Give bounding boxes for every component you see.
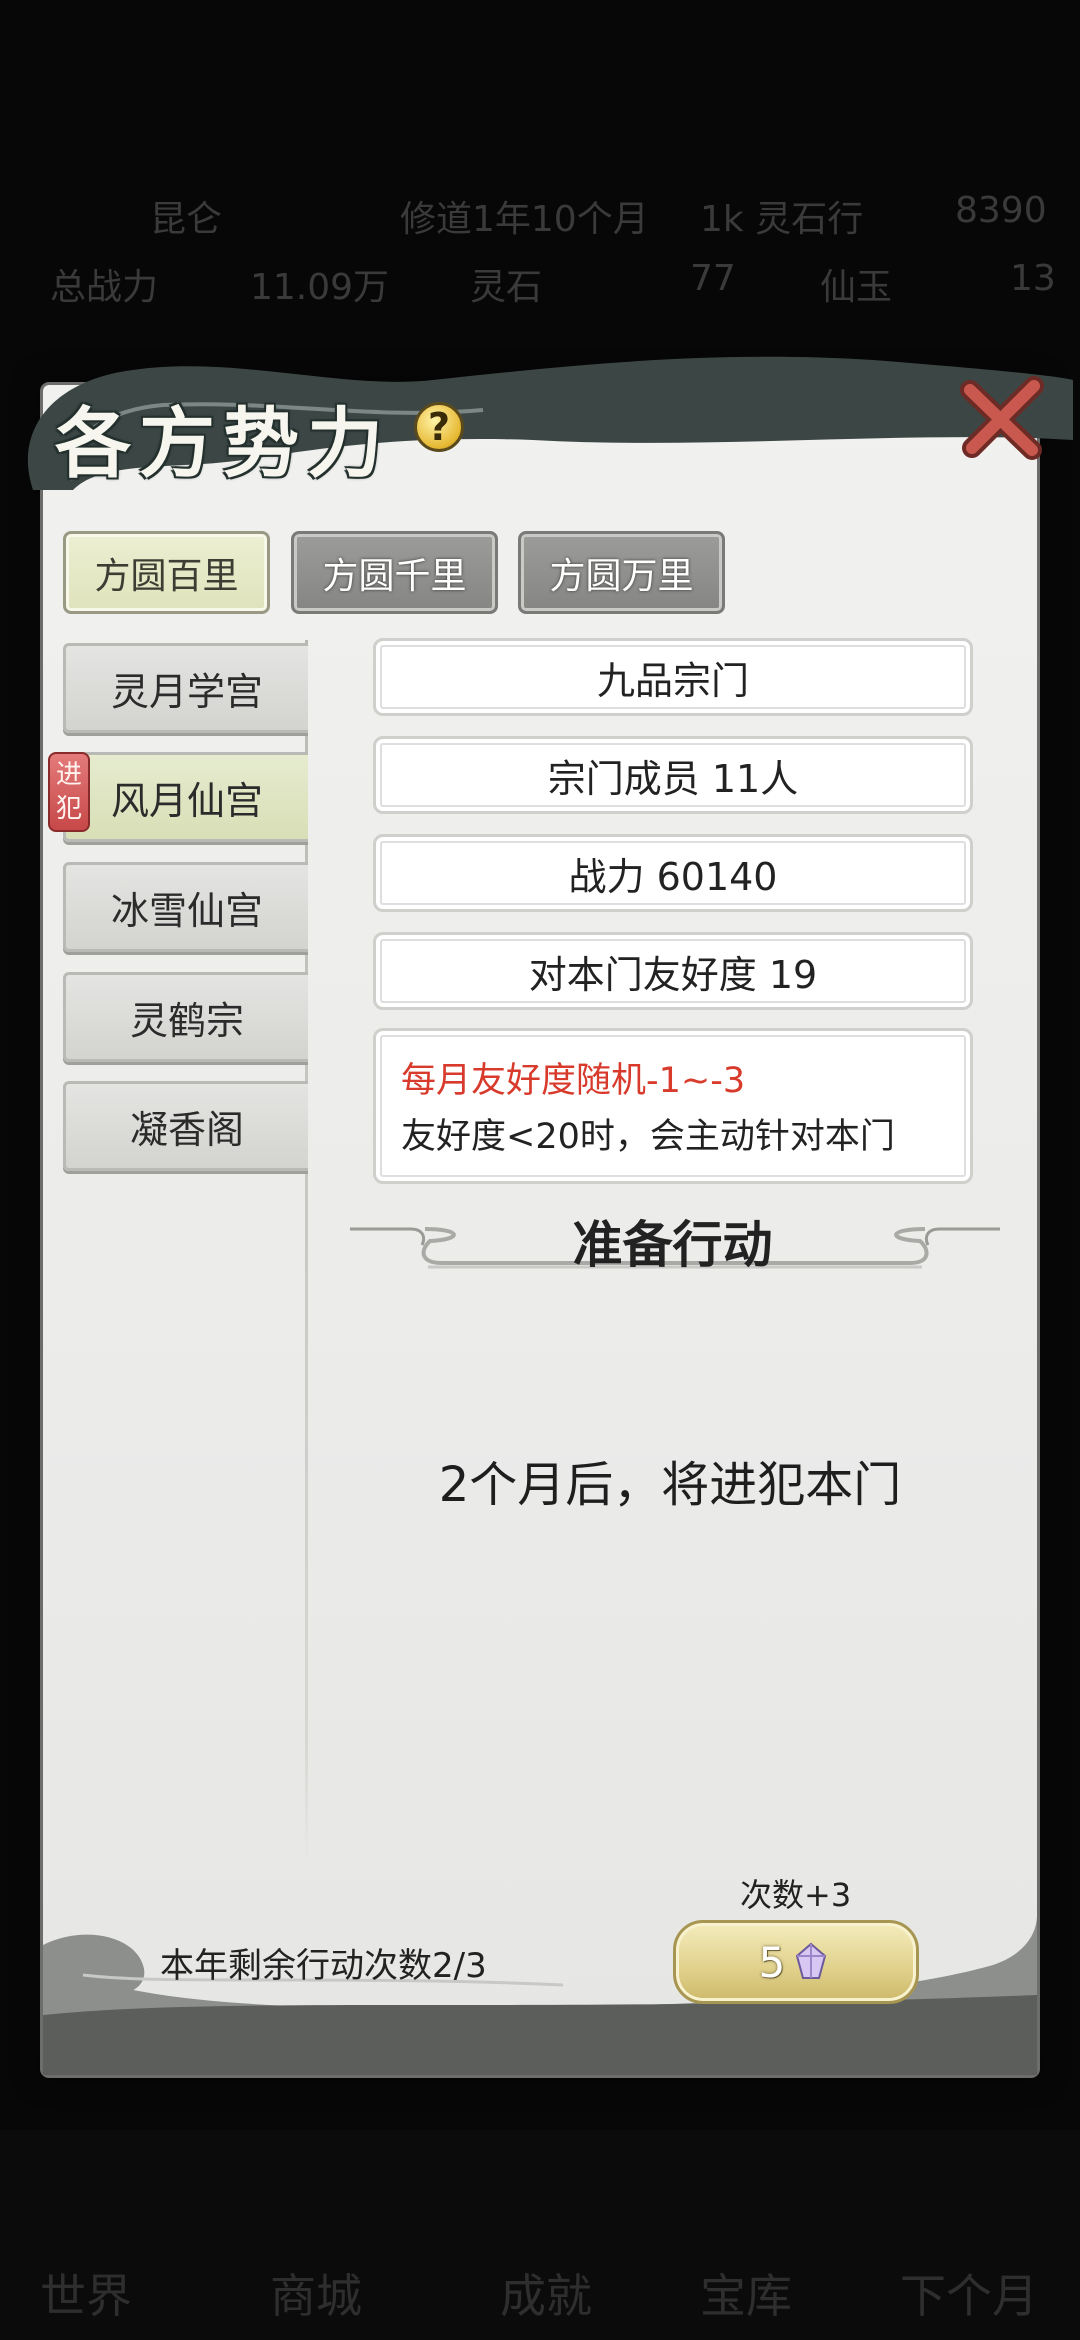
sect-item-ningxiang[interactable]: 凝香阁 (63, 1081, 308, 1171)
bg-power-label: 总战力 (50, 267, 159, 308)
add-count-label: 次数+3 (740, 1876, 852, 1914)
friendship-change-notice: 每月友好度随机-1~-3 (401, 1061, 746, 1101)
sect-power-box: 战力 60140 (373, 834, 973, 912)
sect-rank-box: 九品宗门 (373, 638, 973, 716)
sect-item-lingyue[interactable]: 灵月学宫 (63, 643, 308, 733)
tab-within-10000-li[interactable]: 方圆万里 (518, 531, 725, 614)
tab-within-1000-li[interactable]: 方圆千里 (291, 531, 498, 614)
bg-stone-value: 77 (690, 258, 736, 299)
bg-nav-next-month: 下个月 (900, 2269, 1038, 2323)
remaining-actions-text: 本年剩余行动次数2/3 (160, 1946, 487, 1986)
crystal-icon (796, 1942, 827, 1979)
sect-item-linghe[interactable]: 灵鹤宗 (63, 972, 308, 1062)
section-title-prepare-action: 准备行动 (572, 1216, 773, 1274)
bg-power-value: 11.09万 (250, 267, 390, 308)
bg-jade-label: 仙玉 (820, 267, 893, 308)
bg-time: 修道1年10个月 (400, 199, 649, 240)
bg-stone-label: 灵石 (470, 267, 543, 308)
friendship-threshold-notice: 友好度<20时，会主动针对本门 (401, 1117, 895, 1157)
tab-within-100-li[interactable]: 方圆百里 (63, 531, 270, 614)
add-action-count-button[interactable]: 5 (673, 1920, 919, 2004)
bg-resource: 1k 灵石行 (700, 199, 864, 240)
sect-item-bingxue[interactable]: 冰雪仙宫 (63, 862, 308, 952)
add-button-cost: 5 (758, 1937, 786, 1987)
bg-resource-value: 8390 (955, 190, 1047, 231)
help-icon[interactable]: ? (414, 402, 464, 452)
friendship-notice-box: 每月友好度随机-1~-3 友好度<20时，会主动针对本门 (373, 1028, 973, 1184)
dialog-title: 各方势力 (55, 399, 391, 488)
bg-nav-world: 世界 (40, 2269, 132, 2323)
bg-nav-treasury: 宝库 (700, 2269, 792, 2323)
sect-members-box: 宗门成员 11人 (373, 736, 973, 814)
sect-item-fengyue[interactable]: 风月仙宫 (63, 752, 308, 842)
close-icon[interactable] (958, 372, 1048, 462)
bg-nav-achievement: 成就 (500, 2269, 592, 2323)
background-status-row-2: 总战力 11.09万 灵石 77 仙玉 13 (0, 248, 1080, 308)
action-status-text: 2个月后，将进犯本门 (438, 1457, 902, 1513)
background-bottom-nav: 世界 商城 成就 宝库 下个月 (0, 2130, 1080, 2340)
sect-friendship-box: 对本门友好度 19 (373, 932, 973, 1010)
invade-badge: 进犯 (48, 752, 90, 832)
bg-location: 昆仑 (150, 199, 223, 240)
bg-jade-value: 13 (1010, 258, 1056, 299)
background-status-row-1: 昆仑 修道1年10个月 1k 灵石行 8390 (0, 180, 1080, 240)
bg-nav-shop: 商城 (270, 2269, 362, 2323)
